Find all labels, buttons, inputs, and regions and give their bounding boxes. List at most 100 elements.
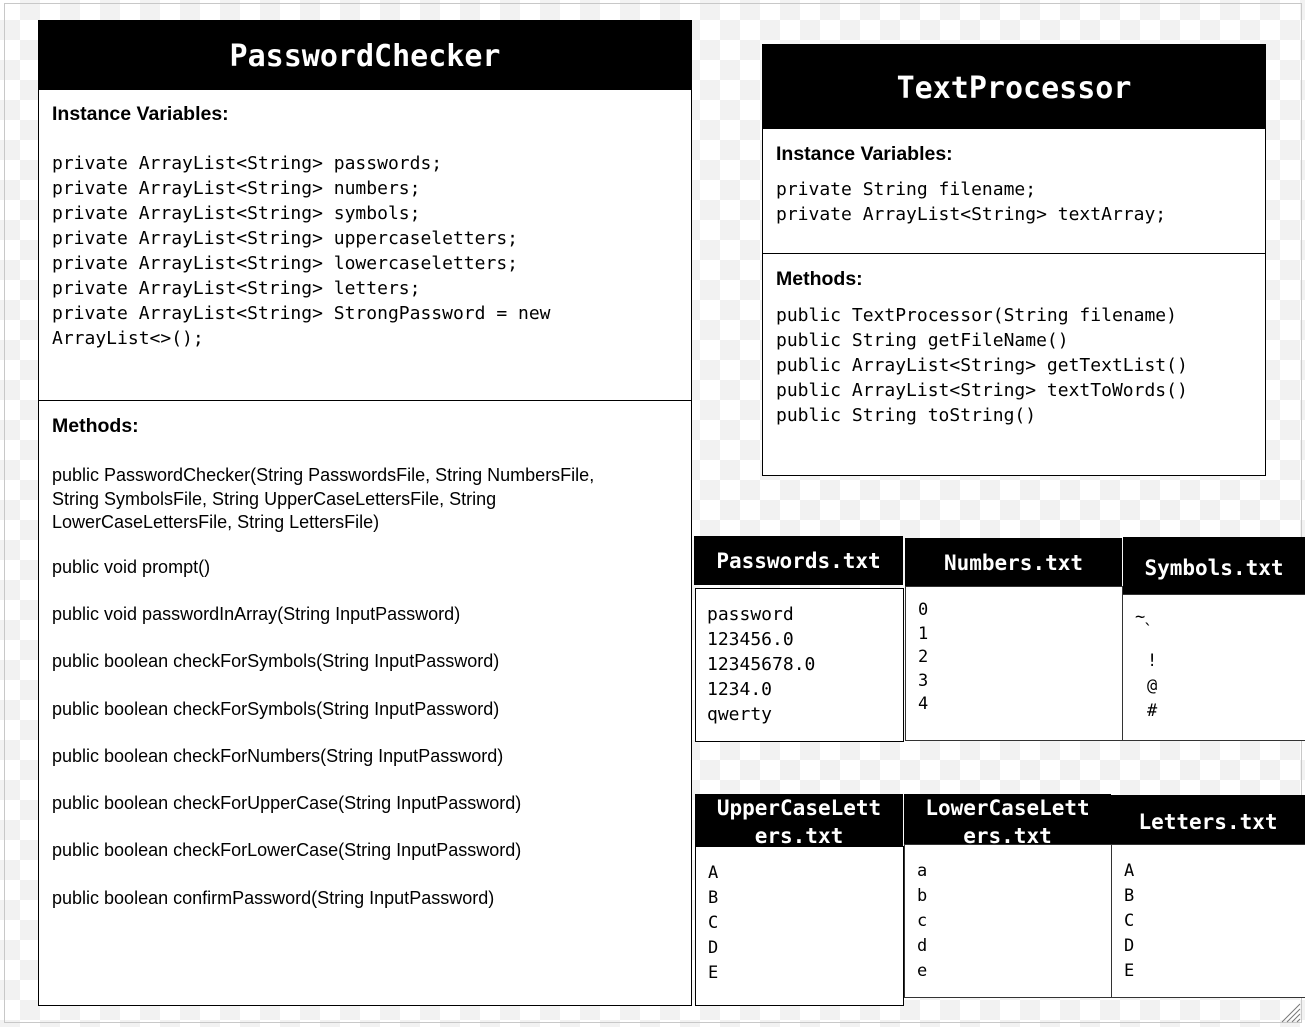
file-line: a bbox=[917, 861, 928, 881]
file-line: @ bbox=[1147, 676, 1158, 696]
instance-variable: private ArrayList<String> letters; bbox=[52, 278, 421, 299]
file-line: 1234.0 bbox=[707, 679, 773, 700]
method-signature: public boolean checkForSymbols(String In… bbox=[52, 651, 500, 671]
instance-variable: private ArrayList<String> numbers; bbox=[52, 178, 421, 199]
file-line: 1 bbox=[918, 623, 929, 644]
lowercase-file-header: LowerCaseLett ers.txt bbox=[904, 794, 1111, 848]
method-signature: public ArrayList<String> textToWords() bbox=[776, 380, 1188, 401]
method-signature: public ArrayList<String> getTextList() bbox=[776, 355, 1188, 376]
constructor-line: LowerCaseLettersFile, String LettersFile… bbox=[52, 512, 380, 532]
file-line: b bbox=[917, 886, 928, 906]
instance-variable: private ArrayList<String> uppercaselette… bbox=[52, 228, 518, 249]
file-line: 0 bbox=[918, 600, 929, 620]
numbers-file-box[interactable]: 0 1 2 3 4 bbox=[905, 586, 1123, 741]
file-line: E bbox=[1124, 961, 1135, 981]
passwords-file-title: Passwords.txt bbox=[716, 549, 881, 573]
methods-heading: Methods: bbox=[52, 415, 139, 437]
passwords-file-box[interactable]: password 123456.0 12345678.0 1234.0 qwer… bbox=[695, 588, 904, 742]
method-signature: public TextProcessor(String filename) bbox=[776, 305, 1177, 326]
file-line: A bbox=[1124, 861, 1135, 881]
lowercase-file-contents: a b c d e bbox=[917, 859, 927, 984]
method-signature: public boolean checkForUpperCase(String … bbox=[52, 793, 522, 813]
text-processor-title: TextProcessor bbox=[896, 71, 1132, 106]
method-signature: public String toString() bbox=[776, 405, 1037, 426]
passwords-file-header: Passwords.txt bbox=[694, 536, 903, 585]
file-line: C bbox=[708, 913, 719, 933]
file-line: C bbox=[1124, 911, 1135, 931]
method-signature: public boolean checkForNumbers(String In… bbox=[52, 746, 504, 766]
file-line: 12345678.0 bbox=[707, 654, 816, 675]
symbols-file-box[interactable]: ~ ` ! @ # bbox=[1122, 594, 1305, 741]
password-checker-class[interactable]: PasswordChecker Instance Variables: priv… bbox=[38, 20, 692, 1006]
instance-variable: private String filename; bbox=[776, 179, 1037, 200]
file-line: e bbox=[917, 961, 928, 981]
file-line: D bbox=[708, 938, 719, 958]
uppercase-file-box[interactable]: A B C D E bbox=[695, 846, 904, 1006]
file-line: 123456.0 bbox=[707, 629, 794, 650]
file-line: qwerty bbox=[707, 704, 773, 725]
file-line: 3 bbox=[918, 670, 929, 691]
methods-heading: Methods: bbox=[776, 268, 863, 290]
file-line: password bbox=[707, 604, 794, 625]
instance-variables-heading: Instance Variables: bbox=[776, 143, 953, 165]
method-signature: public String getFileName() bbox=[776, 330, 1069, 351]
section-divider bbox=[763, 253, 1265, 254]
instance-variable: private ArrayList<String> passwords; bbox=[52, 153, 443, 174]
symbols-file-title: Symbols.txt bbox=[1144, 556, 1284, 580]
instance-variable: ArrayList<>(); bbox=[52, 328, 204, 349]
text-processor-header: TextProcessor bbox=[763, 45, 1265, 129]
password-checker-methods: Methods: public PasswordChecker(String P… bbox=[39, 402, 691, 1005]
symbols-file-contents: ~ ` ! @ # bbox=[1135, 609, 1158, 724]
text-processor-instance-variables: Instance Variables: private String filen… bbox=[763, 129, 1265, 254]
instance-variable: private ArrayList<String> StrongPassword… bbox=[52, 303, 551, 324]
passwords-file-contents: password 123456.0 12345678.0 1234.0 qwer… bbox=[707, 602, 815, 727]
password-checker-header: PasswordChecker bbox=[39, 21, 691, 90]
method-list: public void prompt() public void passwor… bbox=[52, 556, 691, 911]
resize-grip-icon[interactable] bbox=[1279, 1001, 1301, 1023]
letters-file-title: Letters.txt bbox=[1138, 810, 1278, 834]
uppercase-file-header: UpperCaseLett ers.txt bbox=[695, 794, 903, 848]
file-line: # bbox=[1147, 701, 1158, 721]
instance-variables-list: private String filename; private ArrayLi… bbox=[776, 177, 1265, 227]
constructor-line: String SymbolsFile, String UpperCaseLett… bbox=[52, 488, 497, 509]
letters-file-contents: A B C D E bbox=[1124, 859, 1134, 984]
uppercase-file-title-line: UpperCaseLett bbox=[716, 796, 882, 820]
method-signature: public boolean checkForLowerCase(String … bbox=[52, 840, 522, 860]
password-checker-instance-variables: Instance Variables: private ArrayList<St… bbox=[39, 90, 691, 401]
symbols-file-header: Symbols.txt bbox=[1123, 537, 1305, 594]
text-processor-methods: Methods: public TextProcessor(String fil… bbox=[763, 255, 1265, 475]
file-line: B bbox=[1124, 886, 1135, 906]
lowercase-file-title-line: LowerCaseLett bbox=[925, 796, 1090, 820]
file-line: B bbox=[708, 888, 719, 908]
method-signature: public boolean confirmPassword(String In… bbox=[52, 888, 495, 908]
letters-file-box[interactable]: A B C D E bbox=[1111, 844, 1305, 998]
instance-variable: private ArrayList<String> lowercaselette… bbox=[52, 253, 518, 274]
file-line: d bbox=[917, 936, 928, 956]
method-signature: public void prompt() bbox=[52, 557, 211, 577]
constructor-line: public PasswordChecker(String PasswordsF… bbox=[52, 465, 595, 485]
file-line: c bbox=[917, 911, 928, 931]
method-signature: public void passwordInArray(String Input… bbox=[52, 604, 461, 624]
numbers-file-title: Numbers.txt bbox=[943, 551, 1084, 575]
file-line: ! bbox=[1147, 651, 1158, 671]
section-divider bbox=[39, 400, 691, 401]
instance-variables-heading: Instance Variables: bbox=[52, 103, 229, 125]
file-line: 2 bbox=[918, 647, 929, 667]
file-line: A bbox=[708, 863, 719, 883]
numbers-file-contents: 0 1 2 3 4 bbox=[918, 599, 928, 717]
file-line: D bbox=[1124, 936, 1135, 956]
file-line: E bbox=[708, 963, 719, 983]
instance-variable: private ArrayList<String> symbols; bbox=[52, 203, 421, 224]
method-signature: public boolean checkForSymbols(String In… bbox=[52, 699, 500, 719]
password-checker-title: PasswordChecker bbox=[229, 39, 501, 74]
instance-variables-list: private ArrayList<String> passwords; pri… bbox=[52, 151, 691, 351]
text-processor-class[interactable]: TextProcessor Instance Variables: privat… bbox=[762, 44, 1266, 476]
uppercase-file-contents: A B C D E bbox=[708, 861, 718, 986]
instance-variable: private ArrayList<String> textArray; bbox=[776, 204, 1167, 225]
file-line: 4 bbox=[918, 694, 929, 714]
lowercase-file-box[interactable]: a b c d e bbox=[904, 844, 1112, 998]
numbers-file-header: Numbers.txt bbox=[905, 538, 1122, 586]
letters-file-header: Letters.txt bbox=[1111, 795, 1305, 845]
constructor-signature: public PasswordChecker(String PasswordsF… bbox=[52, 464, 691, 535]
method-list: public TextProcessor(String filename) pu… bbox=[776, 303, 1265, 428]
